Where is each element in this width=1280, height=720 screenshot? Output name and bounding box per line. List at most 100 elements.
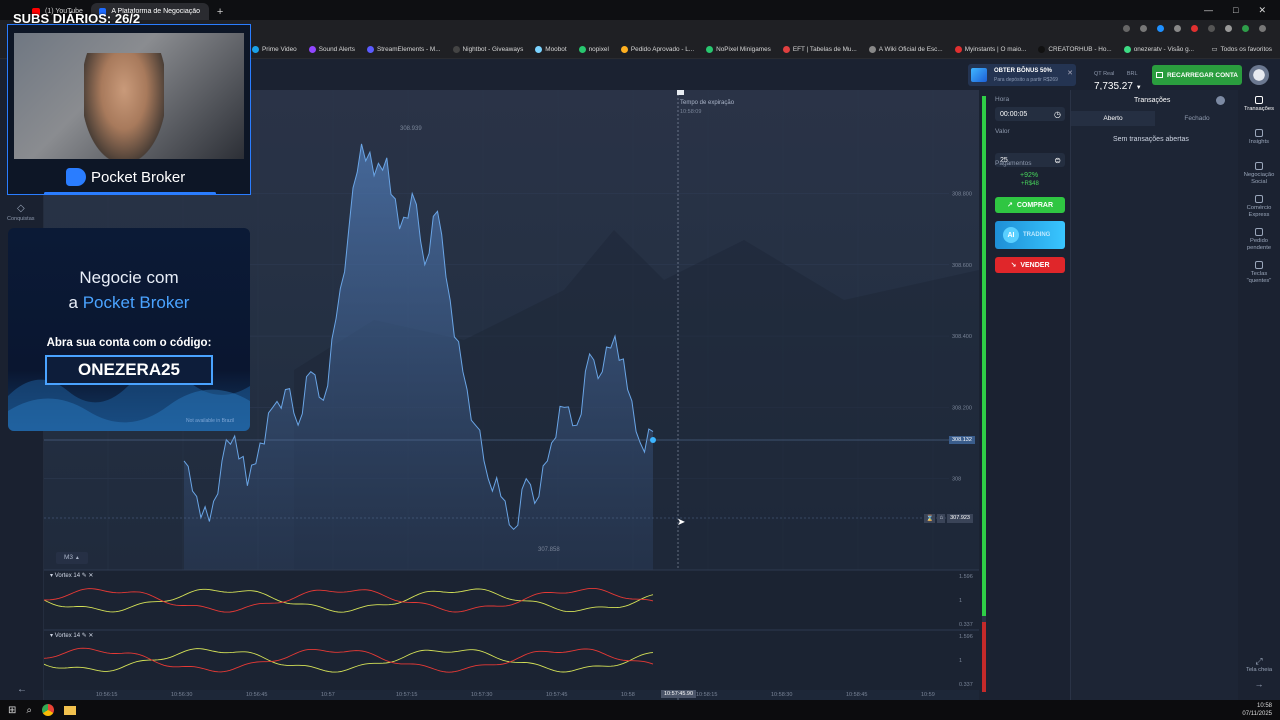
- extension-red-icon[interactable]: [1191, 25, 1198, 32]
- folder-icon: ▭: [1211, 46, 1218, 53]
- collapse-arrow-icon[interactable]: ←: [17, 684, 27, 695]
- buy-button[interactable]: ↗ COMPRAR: [995, 197, 1065, 213]
- caret-down-icon: ▾: [50, 633, 54, 639]
- nav-item[interactable]: Teclas "quentes": [1238, 261, 1280, 285]
- bookmark-item[interactable]: onezeratv - Visão g...: [1123, 45, 1194, 53]
- nav-item[interactable]: Insights: [1238, 129, 1280, 146]
- extension-blue-icon[interactable]: [1157, 25, 1164, 32]
- indicator-tick-label: 1.596: [959, 574, 973, 580]
- new-tab-button[interactable]: +: [209, 3, 231, 20]
- bookmark-item[interactable]: Nightbot - Giveaways: [452, 45, 523, 53]
- bookmark-item[interactable]: nopixel: [578, 45, 609, 53]
- indicator-tick-label: 0.337: [959, 682, 973, 688]
- hourglass-icon[interactable]: ⌛: [924, 514, 936, 523]
- clock-icon[interactable]: ◷: [1054, 110, 1061, 119]
- indicator-tick-label: 1: [959, 658, 962, 664]
- fullscreen-button[interactable]: ⤢ Tela cheia →: [1240, 656, 1278, 689]
- bookmark-item[interactable]: EFT | Tabelas de Mu...: [782, 45, 857, 53]
- extension-icons: [1123, 25, 1266, 32]
- x-tick-label: 10:58:45: [846, 692, 867, 698]
- chrome-icon[interactable]: [42, 704, 54, 716]
- lock-icon[interactable]: ⌂: [937, 514, 946, 523]
- transactions-panel: Transações Aberto Fechado Sem transações…: [1070, 90, 1238, 700]
- edit-icon[interactable]: ✎: [82, 573, 87, 579]
- diamond-icon[interactable]: ◇: [17, 203, 25, 214]
- nav-item[interactable]: Pedido pendente: [1238, 228, 1280, 252]
- empty-state: Sem transações abertas: [1113, 136, 1189, 143]
- expiry-label: Tempo de expiração: [680, 100, 735, 106]
- bookmark-item[interactable]: Prime Video: [252, 45, 297, 53]
- bookmark-item[interactable]: Moobot: [535, 45, 567, 53]
- hover-time-tag: 10:57:45.90: [661, 690, 697, 698]
- account-balance[interactable]: QT Real BRL 7,735.27 ▼: [1094, 62, 1142, 92]
- indicator1-header[interactable]: ▾ Vortex 14 ✎ ✕: [50, 572, 93, 579]
- arrow-right-icon[interactable]: →: [1240, 679, 1278, 689]
- x-tick-label: 10:57:45: [546, 692, 567, 698]
- tab-closed[interactable]: Fechado: [1155, 111, 1239, 126]
- remove-icon[interactable]: ✕: [88, 573, 93, 579]
- timer-bar: [982, 96, 986, 692]
- expiry-flag-icon: [677, 90, 684, 95]
- sell-button[interactable]: ↘ VENDER: [995, 257, 1065, 273]
- nav-item[interactable]: Negociação Social: [1238, 162, 1280, 186]
- bookmark-item[interactable]: Pedido Aprovado - L...: [620, 45, 694, 53]
- minimize-icon[interactable]: —: [1204, 5, 1213, 15]
- bookmark-item[interactable]: Sound Alerts: [308, 45, 355, 53]
- bookmark-favicon-icon: [620, 45, 628, 53]
- cursor-icon: ➤: [677, 517, 686, 528]
- transactions-title: Transações: [1134, 97, 1171, 104]
- time-field[interactable]: 00:00:05 ◷: [995, 107, 1065, 121]
- express-icon: [1255, 195, 1263, 203]
- extension-gray-icon[interactable]: [1174, 25, 1181, 32]
- social-icon: [1255, 162, 1263, 170]
- star-icon[interactable]: [1140, 25, 1147, 32]
- arrow-up-icon: ↗: [1006, 202, 1013, 209]
- expiry-time: 10:58:09: [680, 109, 702, 115]
- low-label: 307.858: [538, 547, 560, 553]
- promo-line1: Negocie com: [79, 268, 179, 287]
- bookmark-favicon-icon: [706, 45, 714, 53]
- bookmark-item[interactable]: Myinstants | O maio...: [954, 45, 1026, 53]
- profile-avatar[interactable]: [1242, 25, 1249, 32]
- bonus-banner[interactable]: OBTER BÔNUS 50% Para depósito a partir R…: [968, 64, 1076, 86]
- bookmark-favicon-icon: [1123, 45, 1131, 53]
- tab-open[interactable]: Aberto: [1071, 111, 1155, 126]
- edit-icon[interactable]: ✎: [82, 633, 87, 639]
- nav-item[interactable]: Comércio Express: [1238, 195, 1280, 219]
- extension-dark-icon[interactable]: [1208, 25, 1215, 32]
- recharge-button[interactable]: RECARREGAR CONTA: [1152, 65, 1242, 85]
- bookmark-item[interactable]: StreamElements - M...: [366, 45, 441, 53]
- taskbar: ⊞ ⌕: [0, 700, 1280, 720]
- indicator2-header[interactable]: ▾ Vortex 14 ✎ ✕: [50, 632, 93, 639]
- ai-trading-button[interactable]: AI TRADING: [995, 221, 1065, 249]
- search-icon[interactable]: ⌕: [26, 705, 32, 716]
- close-icon[interactable]: ✕: [1067, 69, 1073, 77]
- currency-icon[interactable]: ⊜: [1054, 156, 1061, 165]
- all-bookmarks[interactable]: ▭ Todos os favoritos: [1211, 45, 1272, 54]
- install-icon[interactable]: [1123, 25, 1130, 32]
- menu-icon[interactable]: [1259, 25, 1266, 32]
- indicator-tick-label: 1.596: [959, 634, 973, 640]
- puzzle-icon[interactable]: [1225, 25, 1232, 32]
- remove-icon[interactable]: ✕: [88, 633, 93, 639]
- timeframe-selector[interactable]: M3 ▲: [56, 552, 88, 564]
- windows-start-icon[interactable]: ⊞: [8, 705, 16, 716]
- y-tick-label: 308.800: [952, 191, 972, 197]
- bookmark-item[interactable]: A Wiki Oficial de Esc...: [868, 45, 943, 53]
- x-tick-label: 10:57:15: [396, 692, 417, 698]
- maximize-icon[interactable]: □: [1233, 5, 1238, 15]
- close-icon[interactable]: ✕: [1258, 5, 1266, 16]
- bookmark-favicon-icon: [1038, 45, 1046, 53]
- bookmark-item[interactable]: CREATORHUB - Ho...: [1038, 45, 1112, 53]
- wallet-icon: [1155, 72, 1163, 78]
- nav-item[interactable]: Transações: [1238, 96, 1280, 113]
- avatar[interactable]: [1249, 65, 1269, 85]
- settings-toggle-icon[interactable]: [1216, 96, 1225, 105]
- promo-note: Not available in Brazil: [186, 418, 235, 424]
- app-header: OBTER BÔNUS 50% Para depósito a partir R…: [252, 60, 1280, 92]
- achievements-label: Conquistas: [7, 216, 35, 222]
- y-tick-label: 308.200: [952, 405, 972, 411]
- bookmark-favicon-icon: [782, 45, 790, 53]
- bookmark-item[interactable]: NoPixel Minigames: [706, 45, 771, 53]
- folder-icon[interactable]: [64, 705, 76, 715]
